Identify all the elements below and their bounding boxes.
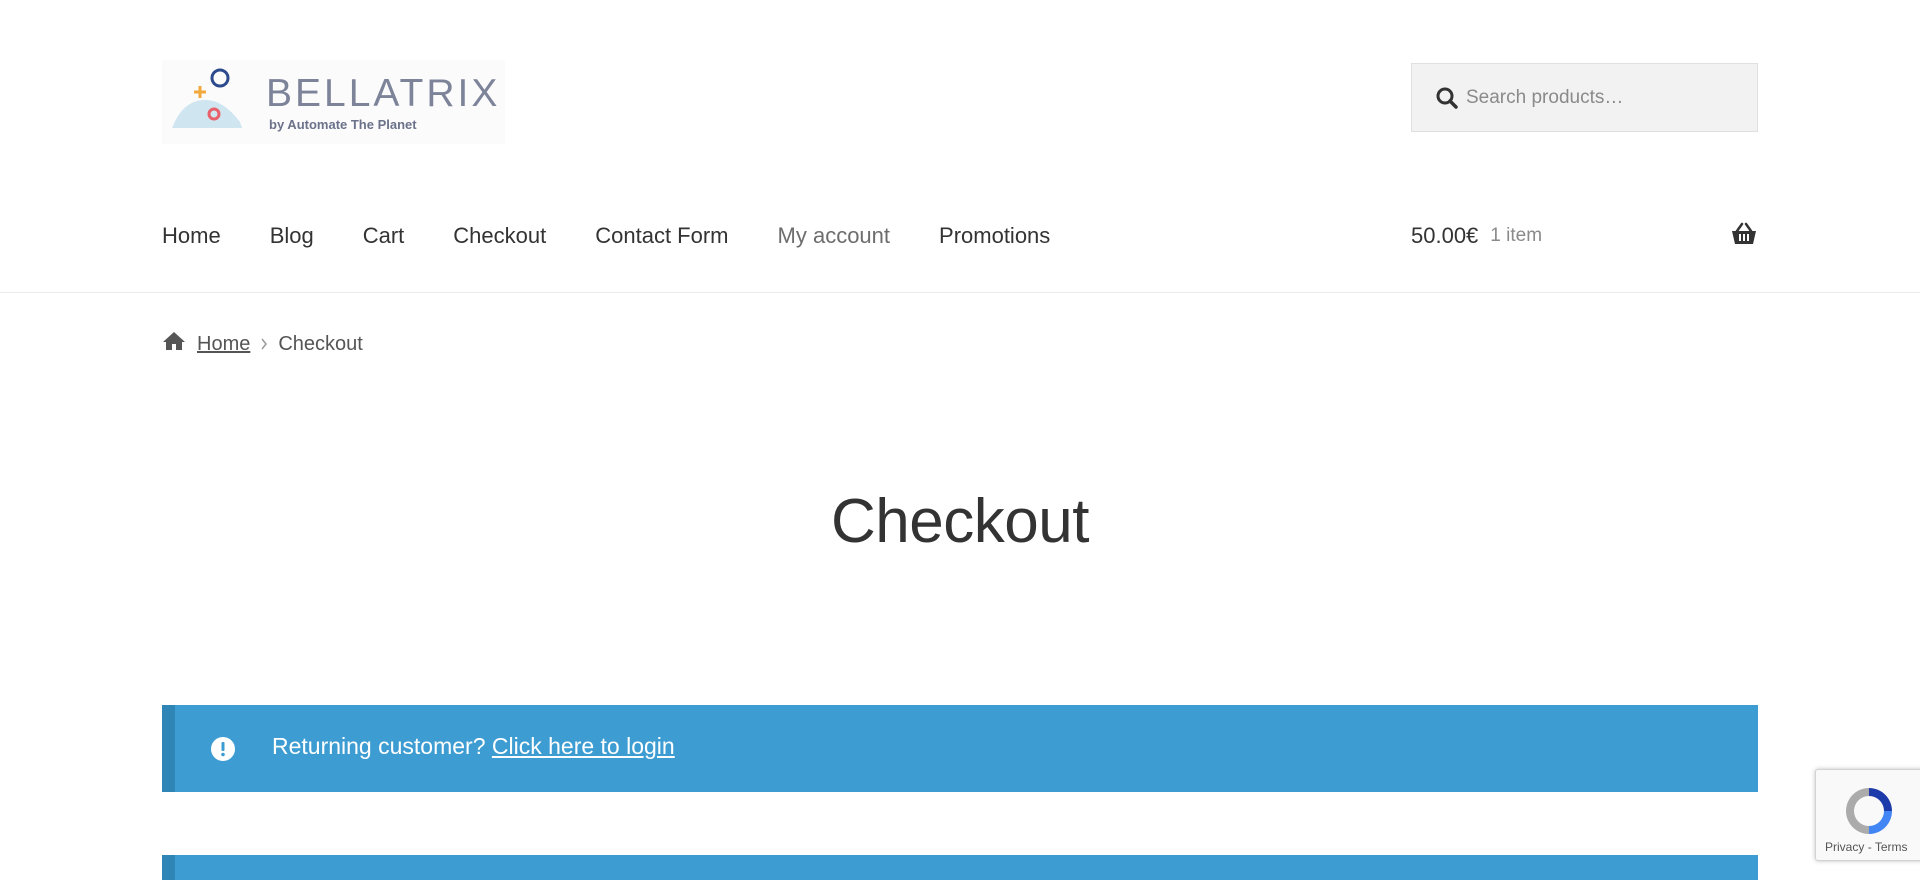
nav-item-contact-form[interactable]: Contact Form — [595, 223, 728, 249]
nav-item-home[interactable]: Home — [162, 223, 221, 249]
breadcrumb-home-link[interactable]: Home — [197, 333, 250, 356]
breadcrumb-current: Checkout — [278, 332, 363, 355]
chevron-right-icon — [260, 333, 268, 356]
page-title: Checkout — [831, 487, 1089, 556]
search-input[interactable] — [1466, 64, 1746, 131]
nav-item-promotions[interactable]: Promotions — [939, 223, 1050, 249]
recaptcha-links: Privacy - Terms — [1825, 840, 1907, 854]
cart-count: 1 item — [1490, 225, 1543, 246]
logo-mark-icon — [172, 68, 242, 128]
main-nav: Home Blog Cart Checkout Contact Form My … — [162, 218, 1099, 254]
site-logo[interactable]: BELLATRIX by Automate The Planet — [162, 60, 505, 144]
search-box — [1411, 63, 1758, 132]
notice-message: Returning customer? Click here to login — [272, 733, 675, 760]
cart-amount: 50.00€ — [1411, 223, 1479, 248]
breadcrumb: Home Checkout — [162, 331, 363, 357]
logo-name: BELLATRIX — [266, 72, 501, 115]
recaptcha-terms-link[interactable]: Terms — [1875, 840, 1908, 854]
search-icon[interactable] — [1436, 87, 1458, 114]
recaptcha-privacy-link[interactable]: Privacy — [1825, 840, 1864, 854]
nav-item-blog[interactable]: Blog — [270, 223, 314, 249]
recaptcha-separator: - — [1867, 840, 1872, 854]
basket-icon[interactable] — [1730, 222, 1758, 251]
logo-tagline: by Automate The Planet — [269, 117, 417, 132]
nav-item-my-account[interactable]: My account — [778, 223, 891, 249]
mini-cart[interactable]: 50.00€ 1 item — [1411, 218, 1758, 254]
notice-text: Returning customer? — [272, 733, 486, 759]
returning-customer-notice: Returning customer? Click here to login — [162, 705, 1758, 792]
recaptcha-badge[interactable]: Privacy - Terms — [1815, 769, 1920, 861]
nav-item-checkout[interactable]: Checkout — [453, 223, 546, 249]
nav-item-cart[interactable]: Cart — [363, 223, 405, 249]
coupon-notice — [162, 855, 1758, 880]
site-header: BELLATRIX by Automate The Planet Home Bl… — [0, 0, 1920, 293]
login-link[interactable]: Click here to login — [492, 733, 675, 759]
home-icon — [162, 331, 186, 357]
info-icon — [211, 737, 235, 766]
recaptcha-icon — [1846, 788, 1892, 834]
